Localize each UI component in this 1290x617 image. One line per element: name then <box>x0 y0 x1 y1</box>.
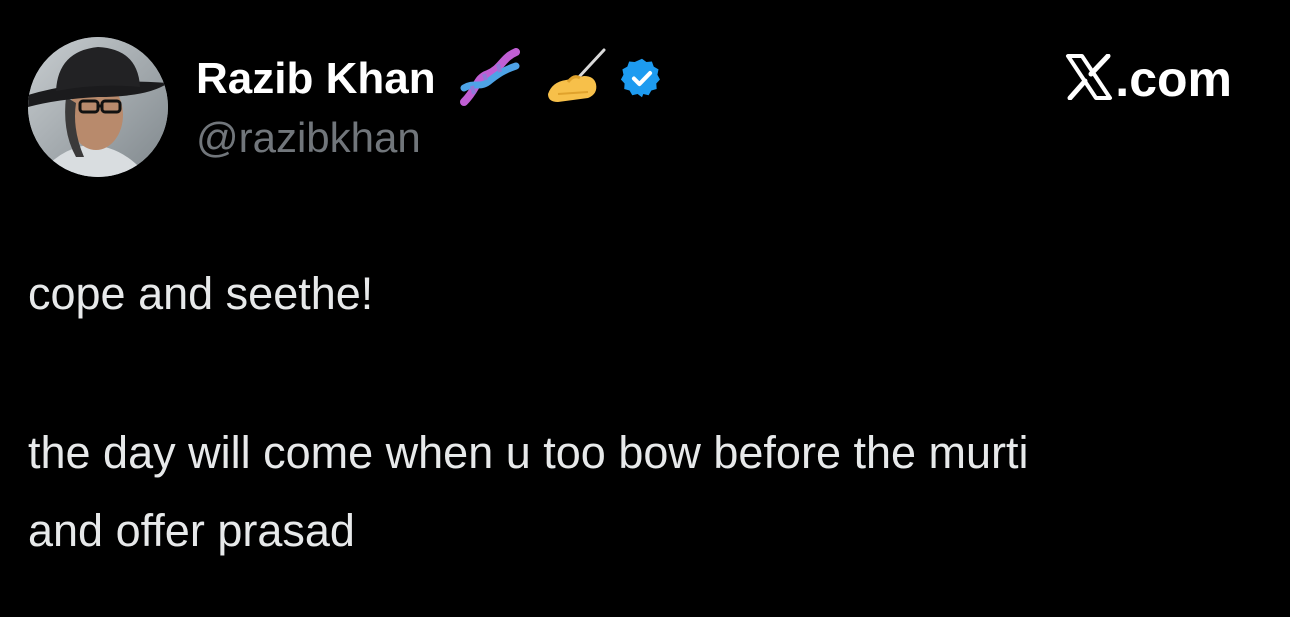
x-logo-icon <box>1065 53 1113 105</box>
user-handle[interactable]: @razibkhan <box>196 112 421 164</box>
dna-emoji-icon <box>458 48 522 108</box>
avatar[interactable] <box>28 37 168 177</box>
tweet-text-line-3: and offer prasad <box>28 505 355 556</box>
profile-badges <box>458 48 664 108</box>
tweet-text-line-2: the day will come when u too bow before … <box>28 427 1029 478</box>
tweet-text-line-1: cope and seethe! <box>28 268 374 319</box>
display-name[interactable]: Razib Khan <box>196 52 436 106</box>
writing-hand-emoji-icon <box>544 48 610 108</box>
verified-badge-icon[interactable] <box>620 56 664 100</box>
source-label: .com <box>1115 51 1232 107</box>
source-link[interactable]: .com <box>1065 48 1232 110</box>
